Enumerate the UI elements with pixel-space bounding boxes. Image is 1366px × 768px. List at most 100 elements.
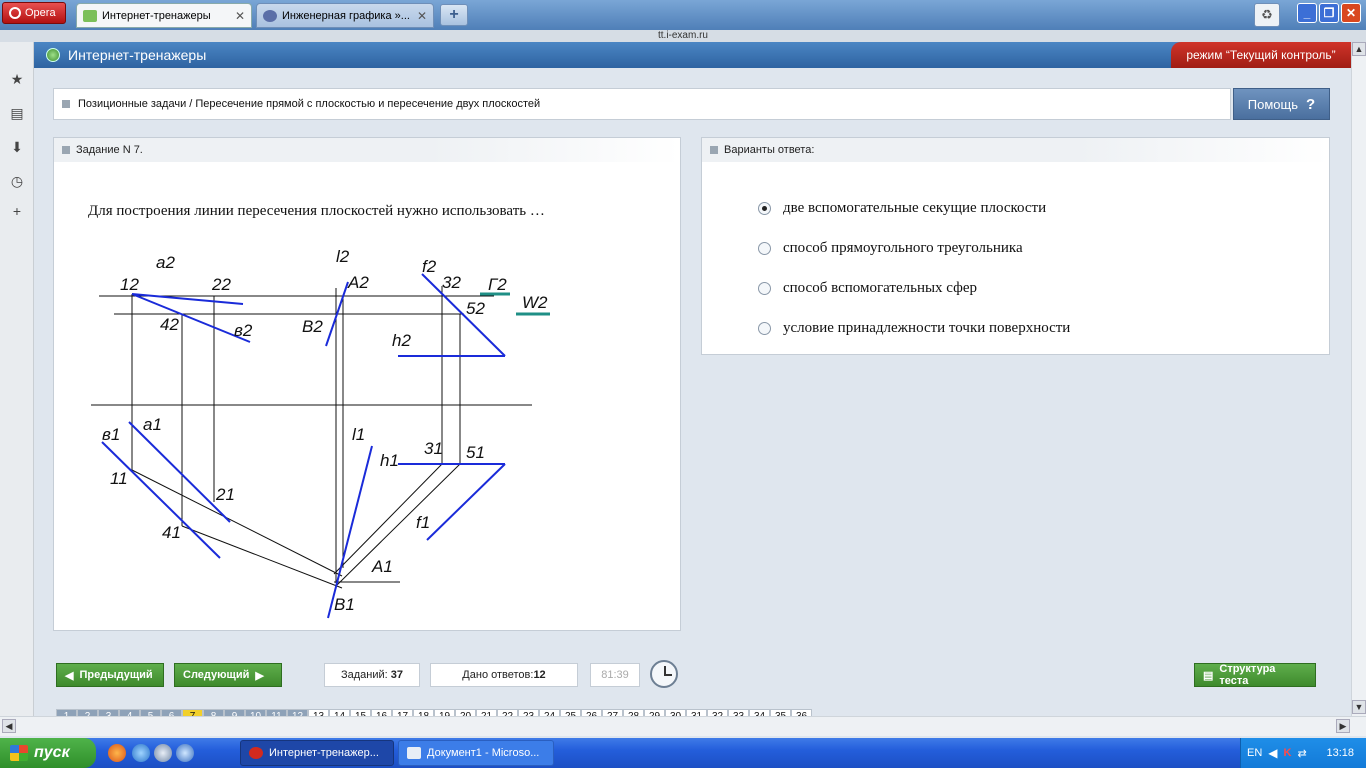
app-title: Интернет-тренажеры [68,47,207,63]
label-A1: A1 [371,557,393,576]
close-window-button[interactable]: ✕ [1341,3,1361,23]
opera-menu-button[interactable]: Opera [2,2,66,24]
label-42: 42 [160,315,179,334]
tab-internet-trainers[interactable]: Интернет-тренажеры ✕ [76,3,252,28]
label-f1: f1 [416,513,430,532]
help-label: Помощь [1247,96,1299,112]
tab-close-icon[interactable]: ✕ [417,9,427,23]
download-icon[interactable]: ⬇ [8,138,26,156]
antivirus-icon[interactable]: K [1284,747,1292,759]
answers-count-label: Дано ответов: [462,669,534,681]
structure-label: Структура теста [1219,663,1276,687]
horizontal-scrollbar[interactable]: ◀ ▶ [0,716,1366,736]
radio-icon[interactable] [758,242,771,255]
system-tray: EN ◀ K ⇄ 13:18 [1240,738,1366,768]
trash-icon[interactable]: ♻ [1254,3,1280,27]
tasks-count-label: Заданий: [340,669,388,681]
label-21: 21 [215,485,235,504]
radio-icon[interactable] [758,322,771,335]
square-bullet-icon [62,100,70,108]
label-a2: a2 [156,253,175,272]
task-header: Задание N 7. [54,138,680,162]
prev-button[interactable]: ◀ Предыдущий [56,663,164,687]
vertical-scrollbar[interactable]: ▲ ▼ [1351,42,1366,716]
browser-tabbar: Opera Интернет-тренажеры ✕ Инженерная гр… [0,0,1366,30]
windows-taskbar: пуск Интернет-тренажер... Документ1 - Mi… [0,738,1366,768]
language-indicator[interactable]: EN [1247,747,1262,759]
taskbar-item-label: Интернет-тренажер... [269,747,379,759]
taskbar-item-word[interactable]: Документ1 - Microso... [398,740,554,766]
answer-label: способ вспомогательных сфер [783,280,978,296]
label-G2: Г2 [488,275,507,294]
opera-menu-label: Opera [25,7,56,19]
answer-option-3[interactable]: способ вспомогательных сфер [758,280,977,297]
clock-time: 13:18 [1326,747,1354,759]
next-label: Следующий [183,669,250,681]
mode-badge: режим “Текущий контроль” [1171,42,1351,68]
label-32: 32 [442,273,461,292]
timer: 81:39 [590,663,640,687]
maximize-button[interactable]: ❐ [1319,3,1339,23]
document-icon: ▤ [1203,669,1214,682]
square-bullet-icon [62,146,70,154]
label-b1: в1 [102,425,120,444]
label-h1: h1 [380,451,399,470]
label-12: 12 [120,275,139,294]
tab-label: Инженерная графика »... [282,9,410,22]
scroll-down-icon[interactable]: ▼ [1352,700,1366,714]
answer-option-2[interactable]: способ прямоугольного треугольника [758,240,1023,257]
trainers-favicon-icon [83,9,97,22]
label-31: 31 [424,439,443,458]
answers-header-label: Варианты ответа: [724,144,815,156]
notes-icon[interactable]: ▤ [8,104,26,122]
scroll-up-icon[interactable]: ▲ [1352,42,1366,56]
site-favicon-icon [263,9,277,22]
geometry-diagram: a2 22 12 l2 A2 f2 32 Г2 W2 42 в2 B2 52 h… [91,247,550,619]
taskbar-item-label: Документ1 - Microso... [427,747,540,759]
answer-label: способ прямоугольного треугольника [783,240,1023,256]
tab-engineering-graphics[interactable]: Инженерная графика »... ✕ [256,3,434,28]
label-B2: B2 [302,317,323,336]
label-b2: в2 [234,321,253,340]
label-11: 11 [110,469,128,488]
add-panel-icon[interactable]: + [8,202,26,220]
arrow-right-icon: ▶ [255,669,264,682]
bottom-nav: ◀ Предыдущий Следующий ▶ Заданий: 37 Дан… [34,648,1351,721]
main-content: Позиционные задачи / Пересечение прямой … [34,68,1351,716]
question-icon: ? [1306,95,1316,113]
skype-icon[interactable] [176,744,194,762]
scroll-left-icon[interactable]: ◀ [2,719,16,733]
answer-option-4[interactable]: условие принадлежности точки поверхности [758,320,1070,337]
label-51: 51 [466,443,485,462]
label-52: 52 [466,299,485,318]
tab-close-icon[interactable]: ✕ [235,9,245,23]
label-l2: l2 [336,247,350,266]
help-button[interactable]: Помощь ? [1233,88,1330,120]
test-structure-button[interactable]: ▤ Структура теста [1194,663,1316,687]
new-tab-button[interactable]: + [440,4,468,26]
radio-icon[interactable] [758,282,771,295]
label-f2: f2 [422,257,437,276]
label-A2: A2 [347,273,369,292]
firefox-icon[interactable] [108,744,126,762]
tasks-count-value: 37 [390,669,404,681]
minimize-button[interactable]: _ [1297,3,1317,23]
address-bar[interactable]: tt.i-exam.ru [0,30,1366,42]
network-icon[interactable]: ⇄ [1297,747,1306,760]
next-button[interactable]: Следующий ▶ [174,663,282,687]
task-panel: Задание N 7. Для построения линии пересе… [53,137,681,631]
answer-option-1[interactable]: две вспомогательные секущие плоскости [758,200,1046,217]
question-text: Для построения линии пересечения плоскос… [88,203,545,219]
taskbar-item-opera[interactable]: Интернет-тренажер... [240,740,394,766]
k-app-icon[interactable] [154,744,172,762]
start-button[interactable]: пуск [0,738,96,768]
scroll-right-icon[interactable]: ▶ [1336,719,1350,733]
back-arrow-icon[interactable]: ◀ [1268,746,1277,760]
ie-icon[interactable] [132,744,150,762]
windows-logo-icon [10,745,28,761]
history-clock-icon[interactable]: ◷ [8,172,26,190]
radio-selected-icon[interactable] [758,202,771,215]
bookmark-star-icon[interactable]: ★ [8,70,26,88]
label-h2: h2 [392,331,411,350]
breadcrumb: Позиционные задачи / Пересечение прямой … [53,88,1231,120]
